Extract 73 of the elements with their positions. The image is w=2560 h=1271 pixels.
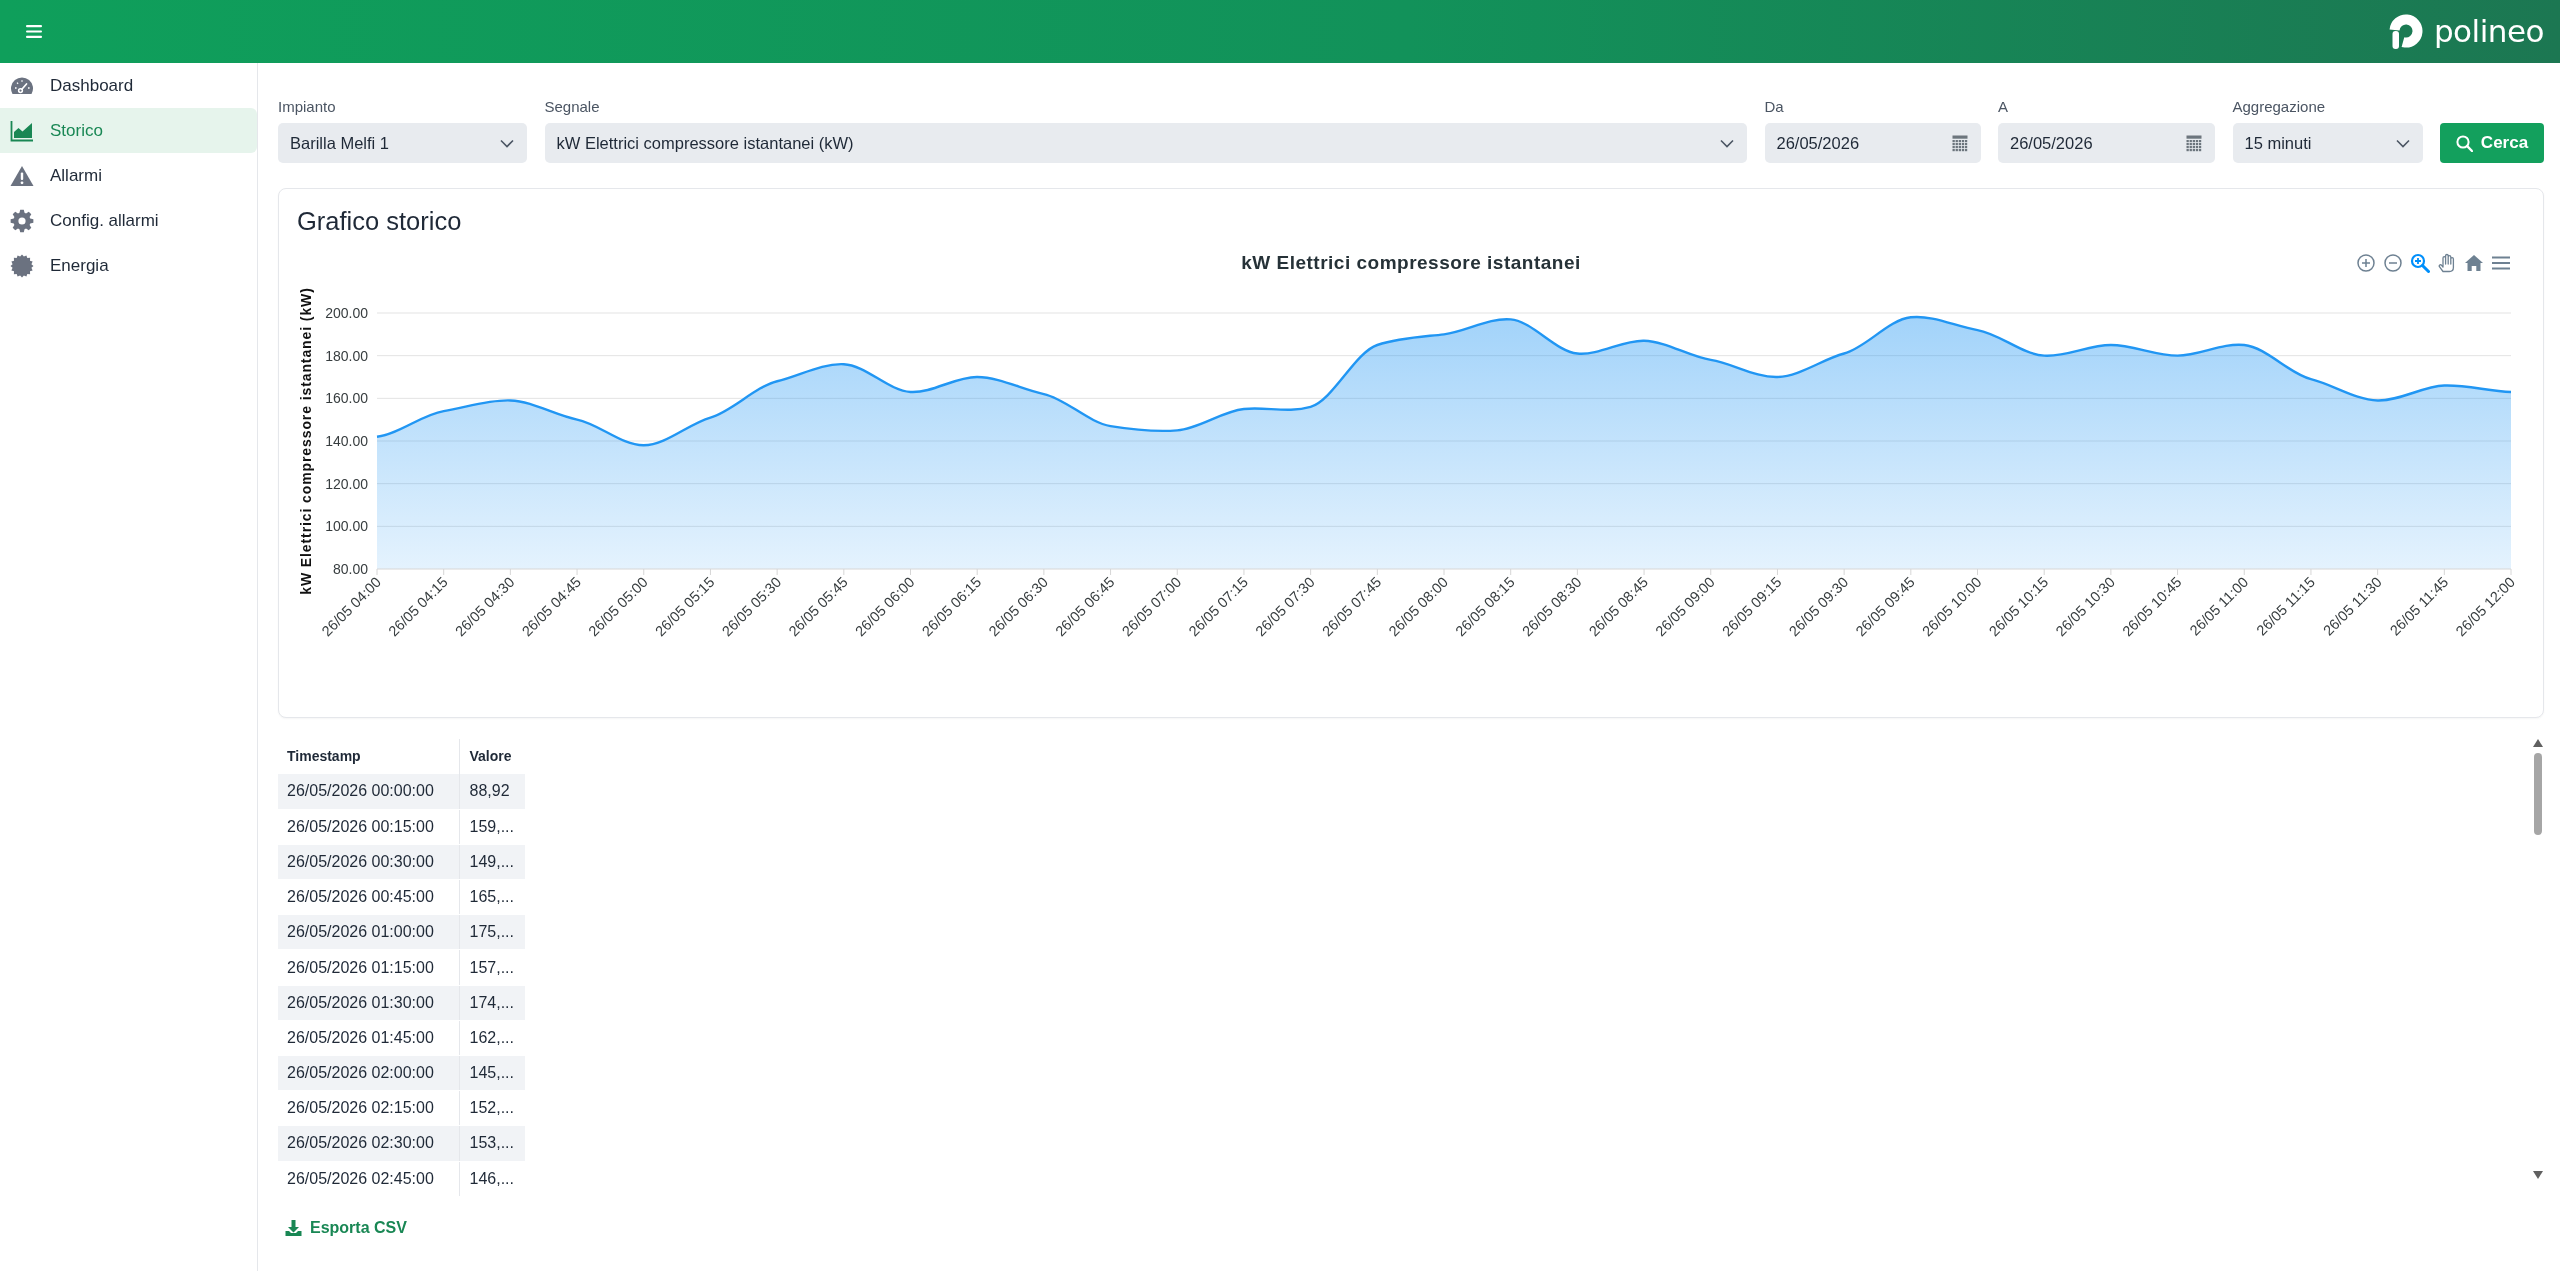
chevron-down-icon	[500, 138, 514, 148]
table-cell: 26/05/2026 01:00:00	[278, 914, 459, 950]
warning-icon	[10, 164, 34, 187]
table-cell: 174,...	[459, 985, 525, 1021]
field-label: Impianto	[278, 97, 337, 117]
export-csv-link[interactable]: Esporta CSV	[285, 1215, 407, 1240]
chevron-down-icon	[2395, 138, 2410, 148]
y-tick-label: 140.00	[325, 433, 368, 449]
table-cell: 26/05/2026 00:00:00	[278, 774, 459, 810]
table-cell: 26/05/2026 01:45:00	[278, 1020, 459, 1056]
table-cell: 88,92	[459, 774, 525, 810]
scrollbar-thumb[interactable]	[2534, 753, 2542, 835]
y-axis-title: kW Elettrici compressore istantanei (kW)	[298, 287, 314, 595]
table-cell: 162,...	[459, 1020, 525, 1056]
table-cell: 145,...	[459, 1055, 525, 1091]
field-label: A	[1998, 97, 2009, 117]
table-cell: 26/05/2026 02:00:00	[278, 1055, 459, 1091]
menu-icon[interactable]	[26, 25, 42, 38]
date-field[interactable]: 26/05/2026	[1998, 123, 2215, 163]
scroll-down-icon[interactable]	[2533, 1171, 2543, 1179]
table-cell: 26/05/2026 01:30:00	[278, 985, 459, 1021]
table-cell: 159,...	[459, 809, 525, 845]
area-chart-icon	[10, 119, 34, 142]
table-cell: 26/05/2026 00:45:00	[278, 879, 459, 915]
sidebar-item[interactable]: Energia	[0, 243, 257, 288]
badge-icon	[10, 253, 34, 278]
home-icon[interactable]	[2464, 253, 2484, 274]
y-tick-label: 160.00	[325, 390, 368, 407]
sidebar-item[interactable]: Storico	[0, 108, 257, 153]
y-tick-label: 180.00	[325, 347, 368, 364]
date-field[interactable]: 26/05/2026	[1764, 123, 1981, 163]
search-icon	[2455, 134, 2473, 152]
field-label: Segnale	[544, 97, 601, 117]
table-cell: 157,...	[459, 949, 525, 986]
field-label: Aggregazione	[2232, 97, 2327, 117]
table-cell: 175,...	[459, 914, 525, 950]
table-cell: 26/05/2026 02:30:00	[278, 1125, 459, 1162]
table-cell: 146,...	[459, 1161, 525, 1197]
field-label: Da	[1764, 97, 1785, 117]
table-cell: 26/05/2026 00:15:00	[278, 809, 459, 845]
y-tick-label: 120.00	[325, 475, 368, 492]
card-title: Grafico storico	[297, 207, 463, 236]
table-cell: 152,...	[459, 1090, 525, 1126]
chart-title: kW Elettrici compressore istantanei	[1241, 251, 1581, 275]
dropdown-field[interactable]: 15 minuti	[2232, 123, 2423, 163]
dropdown-field[interactable]: kW Elettrici compressore istantanei (kW)	[544, 123, 1747, 163]
table-cell: 149,...	[459, 844, 525, 880]
sidebar-item[interactable]: Dashboard	[0, 63, 257, 108]
download-icon	[285, 1219, 302, 1236]
y-tick-label: 80.00	[332, 561, 368, 577]
column-header: Timestamp	[278, 739, 459, 774]
table-cell: 26/05/2026 01:15:00	[278, 949, 459, 986]
table-cell: 26/05/2026 02:15:00	[278, 1090, 459, 1126]
calendar-icon	[2186, 134, 2202, 152]
zoom-out-icon[interactable]	[2383, 253, 2403, 274]
calendar-icon	[1951, 134, 1968, 152]
sidebar-item[interactable]: Allarmi	[0, 153, 257, 198]
y-tick-label: 100.00	[325, 518, 368, 535]
table-cell: 153,...	[459, 1125, 525, 1162]
scroll-up-icon[interactable]	[2533, 739, 2543, 747]
table-cell: 26/05/2026 02:45:00	[278, 1161, 459, 1197]
dropdown-field[interactable]: Barilla Melfi 1	[278, 123, 527, 163]
table-cell: 26/05/2026 00:30:00	[278, 844, 459, 880]
chevron-down-icon	[1720, 138, 1734, 148]
zoom-icon[interactable]	[2410, 253, 2430, 274]
gear-icon	[10, 208, 34, 233]
gauge-icon	[10, 76, 34, 95]
hand-icon[interactable]	[2437, 253, 2457, 274]
table-cell: 165,...	[459, 879, 525, 915]
zoom-in-icon[interactable]	[2356, 253, 2376, 274]
brand-name: polineo	[2433, 16, 2544, 47]
y-tick-label: 200.00	[325, 305, 368, 321]
sidebar-item[interactable]: Config. allarmi	[0, 198, 257, 243]
